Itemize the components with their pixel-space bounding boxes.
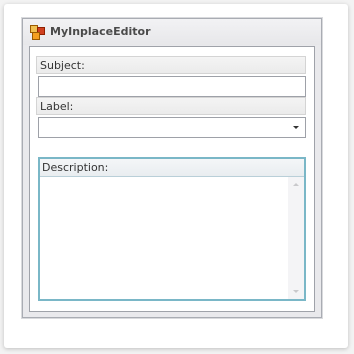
form-area: Subject: Label: Description:	[29, 46, 315, 312]
scroll-up-icon[interactable]	[293, 183, 299, 186]
description-label: Description:	[40, 159, 304, 177]
scroll-down-icon[interactable]	[293, 290, 299, 293]
subject-label: Subject:	[36, 56, 306, 74]
label-dropdown-button[interactable]	[287, 118, 305, 137]
subject-input[interactable]	[38, 76, 306, 97]
window-title: MyInplaceEditor	[50, 25, 151, 38]
description-scrollbar[interactable]	[288, 177, 304, 299]
chevron-down-icon	[293, 126, 299, 129]
label-combo[interactable]	[38, 117, 306, 138]
title-bar: MyInplaceEditor	[23, 19, 321, 45]
label-label: Label:	[36, 97, 306, 115]
app-icon	[30, 25, 45, 40]
editor-window: MyInplaceEditor Subject: Label: Descript…	[22, 18, 322, 318]
description-editor[interactable]: Description:	[38, 157, 306, 301]
